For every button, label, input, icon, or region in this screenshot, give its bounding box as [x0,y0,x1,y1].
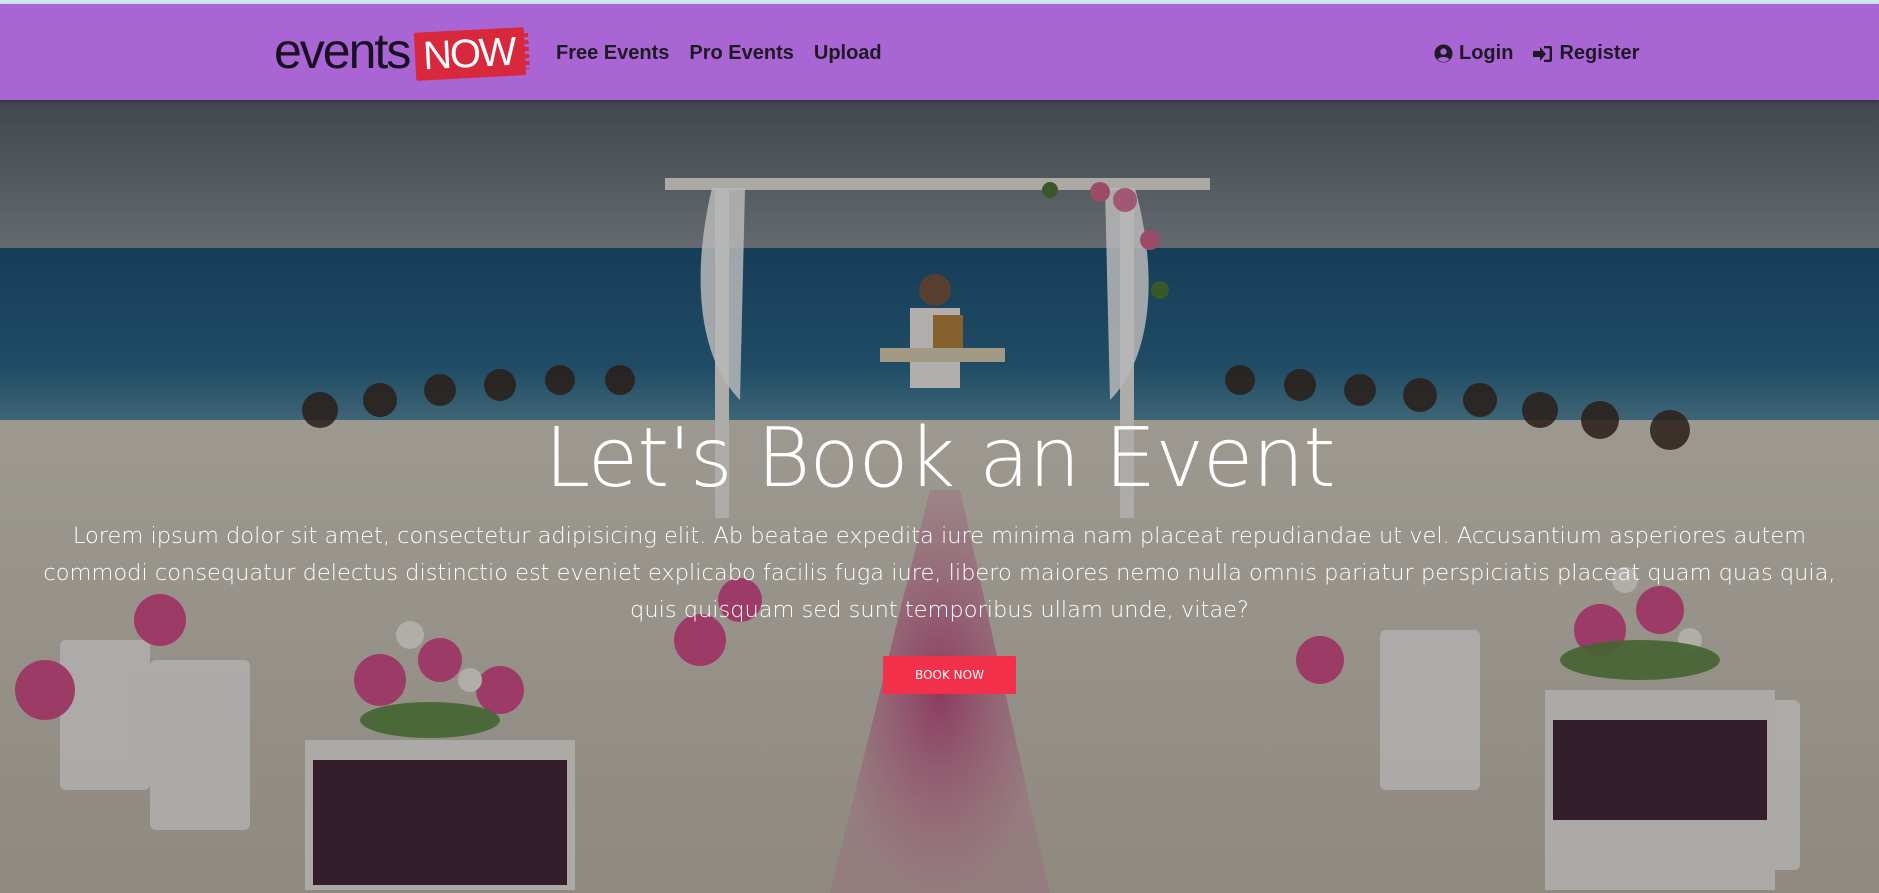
logo-ticket-badge: NOW [414,27,527,81]
login-link[interactable]: Login [1434,42,1513,65]
nav-pro-events[interactable]: Pro Events [689,42,793,65]
nav-free-events[interactable]: Free Events [556,42,669,65]
login-label: Login [1459,42,1514,64]
sign-in-icon [1533,45,1553,63]
nav-upload[interactable]: Upload [814,42,882,65]
hero-description: Lorem ipsum dolor sit amet, consectetur … [43,523,1836,623]
logo-wordmark: events [274,23,411,79]
primary-nav: Free Events Pro Events Upload [556,42,882,65]
register-label: Register [1559,42,1640,64]
site-logo[interactable]: events NOW [274,23,527,84]
auth-nav: Login Register [1434,42,1639,65]
navbar: events NOW Free Events Pro Events Upload… [0,4,1879,100]
book-now-button[interactable]: BOOK NOW [883,656,1016,694]
register-link[interactable]: Register [1533,42,1639,65]
hero-section: Let's Book an Event Lorem ipsum dolor si… [0,100,1879,893]
user-circle-icon [1434,44,1453,63]
hero-title: Let's Book an Event [544,411,1336,506]
